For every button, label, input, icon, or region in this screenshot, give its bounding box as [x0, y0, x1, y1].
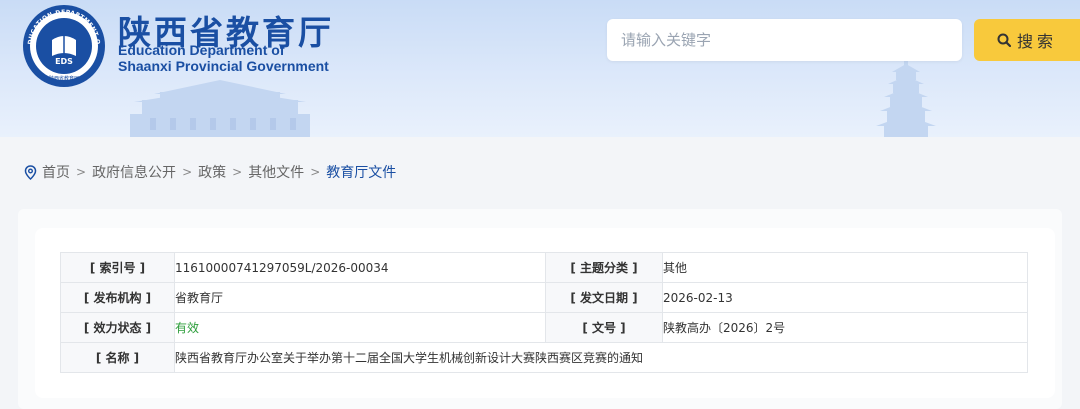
site-header: EDUCATION DEPARTMENT OF EDS 陕西省教育厅 陕西省教育…	[0, 0, 1080, 137]
search-input[interactable]	[607, 19, 962, 61]
search-icon	[997, 33, 1011, 47]
issue-date-value: 2026-02-13	[662, 282, 1028, 313]
breadcrumb-item-policy[interactable]: 政策	[198, 162, 226, 182]
svg-text:陕西省教育厅: 陕西省教育厅	[49, 75, 79, 82]
validity-status-value: 有效	[174, 312, 546, 343]
city-wall-illustration	[130, 80, 310, 137]
location-pin-icon	[24, 164, 37, 180]
breadcrumb-separator: >	[182, 165, 193, 179]
svg-text:EDS: EDS	[55, 57, 73, 66]
breadcrumb-separator: >	[232, 165, 243, 179]
document-number-label: [ 文号 ]	[545, 312, 663, 343]
breadcrumb: 首页 > 政府信息公开 > 政策 > 其他文件 > 教育厅文件	[24, 162, 396, 182]
site-title-en-line1: Education Department of	[118, 42, 285, 58]
publisher-label: [ 发布机构 ]	[60, 282, 175, 313]
issue-date-label: [ 发文日期 ]	[545, 282, 663, 313]
document-name-value: 陕西省教育厅办公室关于举办第十二届全国大学生机械创新设计大赛陕西赛区竞赛的通知	[174, 342, 1028, 373]
table-row: [ 发布机构 ] 省教育厅 [ 发文日期 ] 2026-02-13	[60, 282, 1028, 313]
breadcrumb-item-home[interactable]: 首页	[42, 162, 70, 182]
breadcrumb-item-dept-files[interactable]: 教育厅文件	[326, 162, 396, 182]
breadcrumb-item-gov-info[interactable]: 政府信息公开	[92, 162, 176, 182]
site-title-en: Education Department of Shaanxi Provinci…	[118, 42, 329, 74]
publisher-value: 省教育厅	[174, 282, 546, 313]
document-name-label: [ 名称 ]	[60, 342, 175, 373]
topic-category-label: [ 主题分类 ]	[545, 252, 663, 283]
site-title-en-line2: Shaanxi Provincial Government	[118, 58, 329, 74]
breadcrumb-item-other-files[interactable]: 其他文件	[248, 162, 304, 182]
search-button-label: 搜索	[1016, 32, 1057, 51]
table-row: [ 效力状态 ] 有效 [ 文号 ] 陕教高办〔2026〕2号	[60, 312, 1028, 343]
index-number-label: [ 索引号 ]	[60, 252, 175, 283]
breadcrumb-separator: >	[310, 165, 321, 179]
table-row: [ 名称 ] 陕西省教育厅办公室关于举办第十二届全国大学生机械创新设计大赛陕西赛…	[60, 342, 1028, 373]
search-button[interactable]: 搜索	[974, 19, 1080, 61]
pagoda-illustration	[876, 58, 936, 137]
validity-status-label: [ 效力状态 ]	[60, 312, 175, 343]
document-info-table: [ 索引号 ] 11610000741297059L/2026-00034 [ …	[60, 252, 1028, 373]
breadcrumb-separator: >	[76, 165, 87, 179]
topic-category-value: 其他	[662, 252, 1028, 283]
table-row: [ 索引号 ] 11610000741297059L/2026-00034 [ …	[60, 252, 1028, 283]
logo: EDUCATION DEPARTMENT OF EDS 陕西省教育厅	[22, 4, 105, 87]
document-number-value: 陕教高办〔2026〕2号	[662, 312, 1028, 343]
index-number-value: 11610000741297059L/2026-00034	[174, 252, 546, 283]
